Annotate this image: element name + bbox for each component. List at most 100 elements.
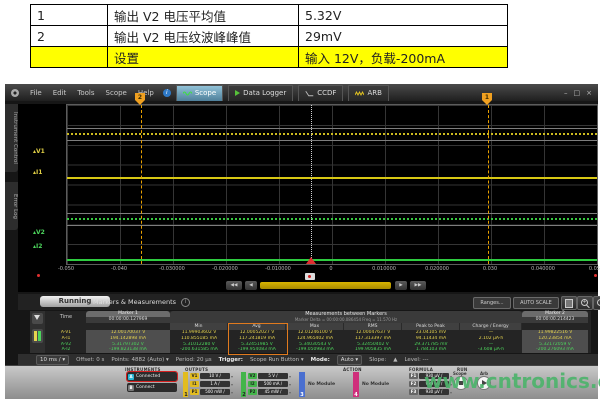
mode-label: Mode: (311, 357, 330, 363)
col-charge-energy: Charge / Energy (460, 323, 522, 330)
tab-label: ARB (367, 89, 381, 97)
row-label: 输出 V2 电压纹波峰峰值 (108, 26, 299, 47)
tab-ccdf[interactable]: CCDF (298, 85, 343, 101)
scroll-fast-left-button[interactable]: ◀◀ (226, 281, 242, 290)
marker2-header[interactable]: Marker 2 00:00:00.214423 (522, 311, 588, 323)
maximize-button[interactable]: □ (574, 89, 581, 97)
scrollbar-thumb[interactable] (260, 282, 391, 289)
range-line (67, 213, 597, 214)
help-circle-icon[interactable]: i (181, 298, 190, 307)
channel-select-icon[interactable] (32, 329, 43, 343)
tab-arb[interactable]: ARB (348, 85, 388, 101)
trigger-source-select[interactable]: Scope Run Button ▾ (250, 357, 304, 363)
tab-label: Scope (195, 89, 216, 97)
x-tick: 0.010000 (372, 266, 396, 272)
x-tick: -0.050 (58, 266, 74, 272)
menu-file[interactable]: File (30, 89, 42, 97)
range-line (67, 225, 597, 226)
scroll-fast-right-button[interactable]: ▶▶ (410, 281, 426, 290)
p1-setting[interactable]: 500 mW / (200, 389, 230, 395)
minimize-button[interactable]: – (564, 89, 568, 97)
x-tick: 0.030 (483, 266, 497, 272)
module4-no-module-label: No Module (362, 382, 389, 387)
scroll-left-button[interactable]: ◀ (245, 281, 257, 290)
row-value: 输入 12V，负载-200mA (299, 47, 508, 68)
points-select[interactable]: Points: 4882 (Auto) ▾ (111, 357, 168, 363)
row-label: 设置 (108, 47, 299, 68)
time-column-header: Time (46, 314, 86, 320)
x-tick: -0.030000 (159, 266, 185, 272)
timebase-toolbar: 10 ms / ▾ Offset: 0 s Points: 4882 (Auto… (18, 354, 598, 365)
trigger-line-1[interactable] (488, 105, 489, 264)
mode-select[interactable]: Auto ▾ (337, 355, 362, 365)
sidebar-tab-error-log[interactable]: Error Log (5, 182, 18, 230)
output-module-4: 4 No Module (353, 372, 401, 397)
info-icon[interactable]: i (163, 89, 171, 97)
zoom-in-icon: + (581, 299, 588, 306)
v2-setting[interactable]: 5 V / (258, 373, 288, 379)
center-reference-line (311, 105, 312, 264)
sidebar-tab-instrument-control[interactable]: Instrument Control (5, 104, 18, 172)
table-row: 2 输出 V2 电压纹波峰峰值 29mV (31, 26, 508, 47)
trace-v1 (67, 133, 597, 135)
i1-setting[interactable]: 1 A / (200, 381, 230, 387)
row-value: 29mV (299, 26, 508, 47)
p2-chip: P2 (248, 389, 257, 395)
channel-marker-v1[interactable]: ▴V1 (33, 149, 45, 155)
window-controls: – □ × (564, 89, 592, 97)
x-tick: -0.020000 (212, 266, 238, 272)
trigger-line-2[interactable] (141, 105, 142, 264)
p2-setting[interactable]: 45 mW / (258, 389, 288, 395)
table-icon-column (30, 311, 45, 353)
measurement-column-headers: Min Avg Max RMS Peak to Peak Charge / En… (46, 323, 588, 330)
col-peak-to-peak: Peak to Peak (402, 323, 460, 330)
filter-funnel-icon[interactable] (32, 313, 43, 324)
tab-scope[interactable]: Scope (176, 85, 223, 101)
autoscale-button[interactable]: AUTO SCALE (513, 297, 559, 309)
ranges-button[interactable]: Ranges... (473, 297, 511, 309)
menu-scope[interactable]: Scope (106, 89, 127, 97)
instrument-a-connected-button[interactable]: A Connected (127, 372, 177, 381)
scope-grid[interactable] (66, 104, 598, 265)
channel-marker-i1[interactable]: ▴I1 (33, 170, 42, 176)
row-number (31, 47, 108, 68)
instrument-b-connect-button[interactable]: B Connect (127, 383, 177, 392)
zoom-out-button[interactable]: - (593, 296, 600, 310)
v1-setting[interactable]: 10 V / (200, 373, 230, 379)
i2-setting[interactable]: 500 mA / (258, 381, 288, 387)
output-module-1: 1 V110 V /▾ I11 A /▾ P1500 mW /▾ (183, 372, 237, 397)
trace-i2 (67, 259, 597, 261)
timebase-select[interactable]: 10 ms / ▾ (36, 355, 69, 365)
measurement-summary-table: 1 输出 V2 电压平均值 5.32V 2 输出 V2 电压纹波峰峰值 29mV… (30, 4, 508, 68)
trigger-label: Trigger: (219, 357, 243, 363)
scope-plot-area: ▴V1 ▴I1 ▴V2 ▴I2 -0.050 -0.040 -0.030000 … (18, 104, 598, 292)
tab-label: Data Logger (243, 89, 286, 97)
zoom-in-button[interactable]: + (577, 296, 593, 310)
row-value: 5.32V (299, 5, 508, 26)
channel-marker-i2[interactable]: ▴I2 (33, 244, 42, 250)
trace-v2 (67, 218, 597, 220)
axis-limit-dot-left (37, 274, 40, 277)
ccdf-curve-icon (305, 90, 314, 97)
output-module-3: 3 No Module (299, 372, 347, 397)
channel-marker-v2[interactable]: ▴V2 (33, 230, 45, 236)
menu-edit[interactable]: Edit (53, 89, 67, 97)
scroll-right-button[interactable]: ▶ (395, 281, 407, 290)
marker1-header[interactable]: Marker 1 00:00:00.127969 (86, 311, 170, 323)
export-image-button[interactable] (561, 296, 577, 310)
period-value: Period: 20 µs (176, 357, 212, 363)
x-tick: 0 (329, 266, 332, 272)
tab-data-logger[interactable]: Data Logger (228, 85, 293, 101)
zero-marker-box[interactable] (305, 273, 315, 280)
menu-tools[interactable]: Tools (77, 89, 94, 97)
x-tick: -0.010000 (265, 266, 291, 272)
f1-chip: F1 (409, 373, 418, 379)
zero-time-marker[interactable] (306, 257, 316, 264)
row-number: 1 (31, 5, 108, 26)
slope-up-icon[interactable]: ▲ (393, 357, 397, 363)
p1-chip: P1 (190, 389, 199, 395)
trace-i1 (67, 177, 597, 179)
close-button[interactable]: × (586, 89, 592, 97)
x-tick: 0.040000 (531, 266, 555, 272)
gear-icon[interactable] (11, 89, 19, 97)
